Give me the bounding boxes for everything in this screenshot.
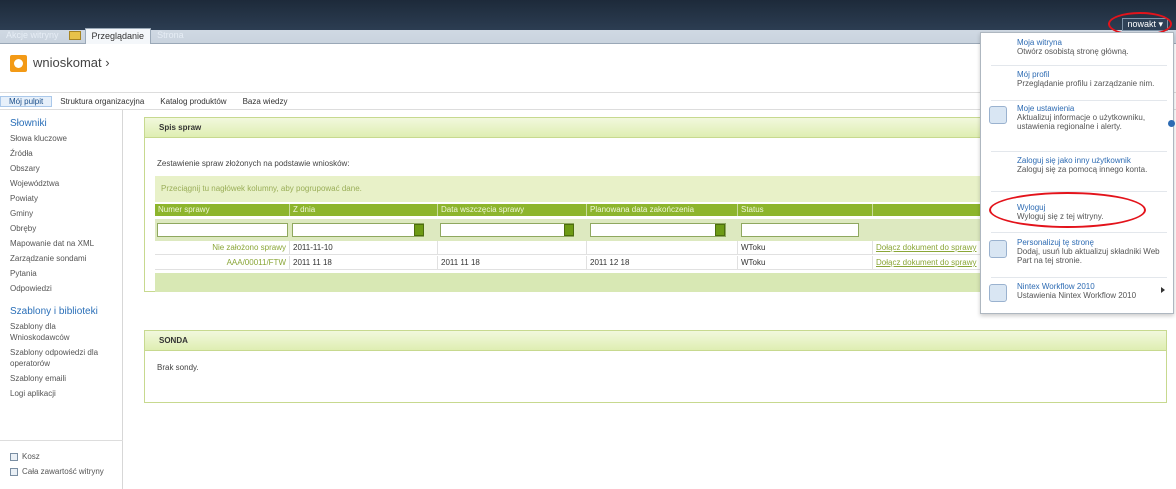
sidebar-item[interactable]: Słowa kluczowe <box>10 133 112 144</box>
tab-page[interactable]: Strona <box>151 30 190 40</box>
menu-my-site-title: Moja witryna <box>1017 38 1062 47</box>
menu-nintex-title: Nintex Workflow 2010 <box>1017 282 1095 291</box>
recycle-bin-label: Kosz <box>22 452 40 461</box>
sidebar-item[interactable]: Pytania <box>10 268 112 279</box>
sidebar-item[interactable]: Obręby <box>10 223 112 234</box>
all-content-icon <box>10 467 18 476</box>
sidebar-item[interactable]: Województwa <box>10 178 112 189</box>
menu-separator <box>991 232 1167 233</box>
sidebar-item[interactable]: Gminy <box>10 208 112 219</box>
menu-my-site-desc: Otwórz osobistą stronę główną. <box>1017 47 1129 56</box>
column-planned-end[interactable]: Planowana data zakończenia <box>587 204 738 216</box>
tab-browse[interactable]: Przeglądanie <box>84 28 152 44</box>
case-number[interactable]: AAA/00011/FTW <box>155 256 290 269</box>
menu-settings-title: Moje ustawienia <box>1017 104 1075 113</box>
sidebar-item[interactable]: Szablony dla Wnioskodawców <box>10 321 112 343</box>
menu-separator <box>991 65 1167 66</box>
sidebar-item[interactable]: Zarządzanie sondami <box>10 253 112 264</box>
column-from-date[interactable]: Z dnia <box>290 204 438 216</box>
column-status[interactable]: Status <box>738 204 873 216</box>
folder-icon[interactable] <box>68 30 81 40</box>
start-date <box>438 241 587 254</box>
menu-profile-desc: Przeglądanie profilu i zarządzanie nim. <box>1017 79 1155 88</box>
menu-separator <box>991 277 1167 278</box>
planned-end <box>587 241 738 254</box>
site-title[interactable]: wnioskomat › <box>33 55 110 70</box>
status: WToku <box>738 241 873 254</box>
menu-my-settings[interactable]: Moje ustawienia Aktualizuj informacje o u… <box>981 104 1175 131</box>
sidebar-item[interactable]: Szablony emaili <box>10 373 112 384</box>
nav-knowledge[interactable]: Baza wiedzy <box>235 97 296 106</box>
menu-switch-user[interactable]: Zaloguj się jako inny użytkownik Zaloguj … <box>981 156 1175 174</box>
user-dropdown-menu: Moja witryna Otwórz osobistą stronę główn… <box>980 32 1174 314</box>
status: WToku <box>738 256 873 269</box>
webpart-title-poll: SONDA <box>145 331 1166 351</box>
nav-my-desk[interactable]: Mój pulpit <box>0 95 53 107</box>
all-content-label: Cała zawartość witryny <box>22 467 104 476</box>
column-case-number[interactable]: Numer sprawy <box>155 204 290 216</box>
sidebar-bottom: Kosz Cała zawartość witryny <box>0 440 123 481</box>
recycle-bin-icon <box>10 452 18 461</box>
site-actions-menu[interactable]: Akcje witryny <box>0 30 65 40</box>
menu-switch-user-title: Zaloguj się jako inny użytkownik <box>1017 156 1131 165</box>
filter-status[interactable] <box>741 223 859 237</box>
menu-nintex-workflow[interactable]: Nintex Workflow 2010 Ustawienia Nintex Wo… <box>981 282 1175 302</box>
case-number[interactable]: Nie założono sprawy <box>155 241 290 254</box>
site-title-text: wnioskomat <box>33 55 102 70</box>
ribbon-row: Akcje witryny Przeglądanie Strona <box>0 26 190 44</box>
from-date: 2011-11-10 <box>290 241 438 254</box>
all-content-link[interactable]: Cała zawartość witryny <box>10 466 113 477</box>
sidebar-item[interactable]: Powiaty <box>10 193 112 204</box>
filter-planned-end-button[interactable] <box>715 224 725 236</box>
nav-products[interactable]: Katalog produktów <box>152 97 234 106</box>
personalize-icon <box>989 240 1007 258</box>
poll-empty-message: Brak sondy. <box>157 363 199 372</box>
filter-start-date-button[interactable] <box>564 224 574 236</box>
menu-switch-user-desc: Zaloguj się za pomocą innego konta. <box>1017 165 1148 174</box>
nintex-icon <box>989 284 1007 302</box>
filter-planned-end[interactable] <box>590 223 726 237</box>
sidebar-item[interactable]: Mapowanie dat na XML <box>10 238 112 249</box>
menu-my-profile[interactable]: Mój profil Przeglądanie profilu i zarządz… <box>981 70 1175 88</box>
sidebar-item[interactable]: Obszary <box>10 163 112 174</box>
sidebar-item[interactable]: Źródła <box>10 148 112 159</box>
menu-my-site[interactable]: Moja witryna Otwórz osobistą stronę główn… <box>981 38 1175 56</box>
menu-profile-title: Mój profil <box>1017 70 1050 79</box>
submenu-arrow-icon <box>1161 287 1165 293</box>
from-date: 2011 11 18 <box>290 256 438 269</box>
recycle-bin-link[interactable]: Kosz <box>10 451 113 462</box>
poll-webpart: SONDA Brak sondy. <box>144 330 1167 403</box>
filter-from-date[interactable] <box>292 223 424 237</box>
menu-separator <box>991 151 1167 152</box>
sidebar-item[interactable]: Odpowiedzi <box>10 283 112 294</box>
menu-personalize-desc: Dodaj, usuń lub aktualizuj składniki Web… <box>1017 247 1160 265</box>
sidebar-item[interactable]: Szablony odpowiedzi dla operatorów <box>10 347 112 369</box>
filter-start-date[interactable] <box>440 223 574 237</box>
site-logo <box>10 55 27 72</box>
start-date: 2011 11 18 <box>438 256 587 269</box>
planned-end: 2011 12 18 <box>587 256 738 269</box>
menu-personalize-page[interactable]: Personalizuj tę stronę Dodaj, usuń lub ak… <box>981 238 1175 265</box>
column-start-date[interactable]: Data wszczęcia sprawy <box>438 204 587 216</box>
nav-structure[interactable]: Struktura organizacyjna <box>52 97 152 106</box>
highlight-ring-sign-out <box>989 192 1146 228</box>
filter-from-date-button[interactable] <box>414 224 424 236</box>
sidebar-heading-dictionaries[interactable]: Słowniki <box>10 118 122 129</box>
menu-settings-desc: Aktualizuj informacje o użytkowniku, ust… <box>1017 113 1146 131</box>
left-navigation: Słowniki Słowa kluczowe Źródła Obszary W… <box>0 110 123 489</box>
sidebar-item[interactable]: Logi aplikacji <box>10 388 112 399</box>
help-icon[interactable] <box>1168 120 1175 127</box>
menu-nintex-desc: Ustawienia Nintex Workflow 2010 <box>1017 291 1137 300</box>
settings-icon <box>989 106 1007 124</box>
sidebar-heading-templates[interactable]: Szablony i biblioteki <box>10 306 122 317</box>
filter-case-number[interactable] <box>157 223 288 237</box>
menu-personalize-title: Personalizuj tę stronę <box>1017 238 1094 247</box>
menu-separator <box>991 100 1167 101</box>
